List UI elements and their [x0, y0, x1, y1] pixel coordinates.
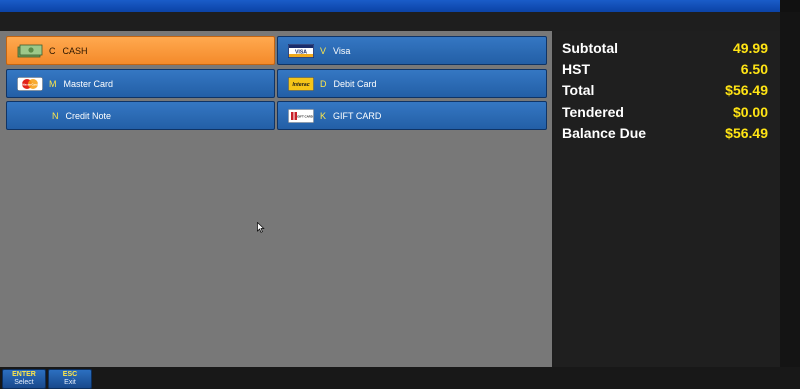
payment-method-panel: C CASH VISA V Visa MasterCard M Master C… — [0, 31, 552, 367]
payment-tile-mastercard[interactable]: MasterCard M Master Card — [6, 69, 275, 98]
payment-tile-gift-card[interactable]: GIFT CARD K GIFT CARD — [277, 101, 547, 130]
fkey-label: Select — [14, 379, 34, 386]
tax-value: 6.50 — [740, 61, 768, 77]
balance-due-label: Balance Due — [562, 125, 647, 141]
gift-card-icon: GIFT CARD — [288, 108, 314, 123]
enter-select-button[interactable]: ENTER Select — [2, 369, 46, 389]
tendered-value: $0.00 — [732, 104, 768, 120]
payment-tile-visa[interactable]: VISA V Visa — [277, 36, 547, 65]
payment-label: Debit Card — [333, 78, 377, 89]
total-label: Total — [562, 82, 595, 98]
right-edge-strip — [780, 12, 800, 367]
top-title-bar — [0, 0, 780, 12]
hotkey-label: V — [320, 45, 327, 56]
fkey-key: ESC — [62, 371, 78, 378]
tendered-row: Tendered $0.00 — [562, 102, 768, 122]
cash-icon — [17, 44, 43, 58]
total-row: Total $56.49 — [562, 80, 768, 100]
payment-tile-cash[interactable]: C CASH — [6, 36, 275, 65]
fkey-key: ENTER — [12, 371, 36, 378]
hotkey-label: N — [52, 110, 59, 121]
payment-label: Credit Note — [65, 110, 112, 121]
tendered-label: Tendered — [562, 104, 624, 120]
tax-label: HST — [562, 61, 590, 77]
top-bar-corner — [780, 0, 800, 12]
fkey-label: Exit — [64, 379, 76, 386]
svg-text:VISA: VISA — [295, 49, 307, 55]
svg-text:GIFT CARD: GIFT CARD — [297, 114, 313, 118]
hotkey-label: K — [320, 110, 327, 121]
hotkey-label: M — [49, 78, 57, 89]
payment-tile-debit[interactable]: Interac D Debit Card — [277, 69, 547, 98]
function-key-bar — [0, 367, 800, 389]
total-value: $56.49 — [725, 82, 768, 98]
payment-tile-credit-note[interactable]: N Credit Note — [6, 101, 275, 130]
payment-label: Master Card — [63, 78, 114, 89]
mouse-pointer-icon — [257, 222, 265, 233]
payment-label: CASH — [62, 45, 88, 56]
tax-row: HST 6.50 — [562, 59, 768, 79]
esc-exit-button[interactable]: ESC Exit — [48, 369, 92, 389]
hotkey-label: C — [49, 45, 56, 56]
mastercard-icon: MasterCard — [17, 76, 43, 91]
visa-icon: VISA — [288, 43, 314, 58]
subtotal-label: Subtotal — [562, 40, 618, 56]
subtotal-value: 49.99 — [732, 40, 768, 56]
subtotal-row: Subtotal 49.99 — [562, 38, 768, 58]
payment-label: GIFT CARD — [333, 110, 382, 121]
balance-due-value: $56.49 — [725, 125, 768, 141]
balance-due-row: Balance Due $56.49 — [562, 123, 768, 143]
svg-text:Interac: Interac — [292, 82, 309, 88]
svg-text:MasterCard: MasterCard — [22, 82, 38, 86]
order-summary-panel: Subtotal 49.99 HST 6.50 Total $56.49 Ten… — [554, 31, 780, 367]
interac-icon: Interac — [288, 76, 314, 91]
hotkey-label: D — [320, 78, 327, 89]
payment-label: Visa — [333, 45, 351, 56]
